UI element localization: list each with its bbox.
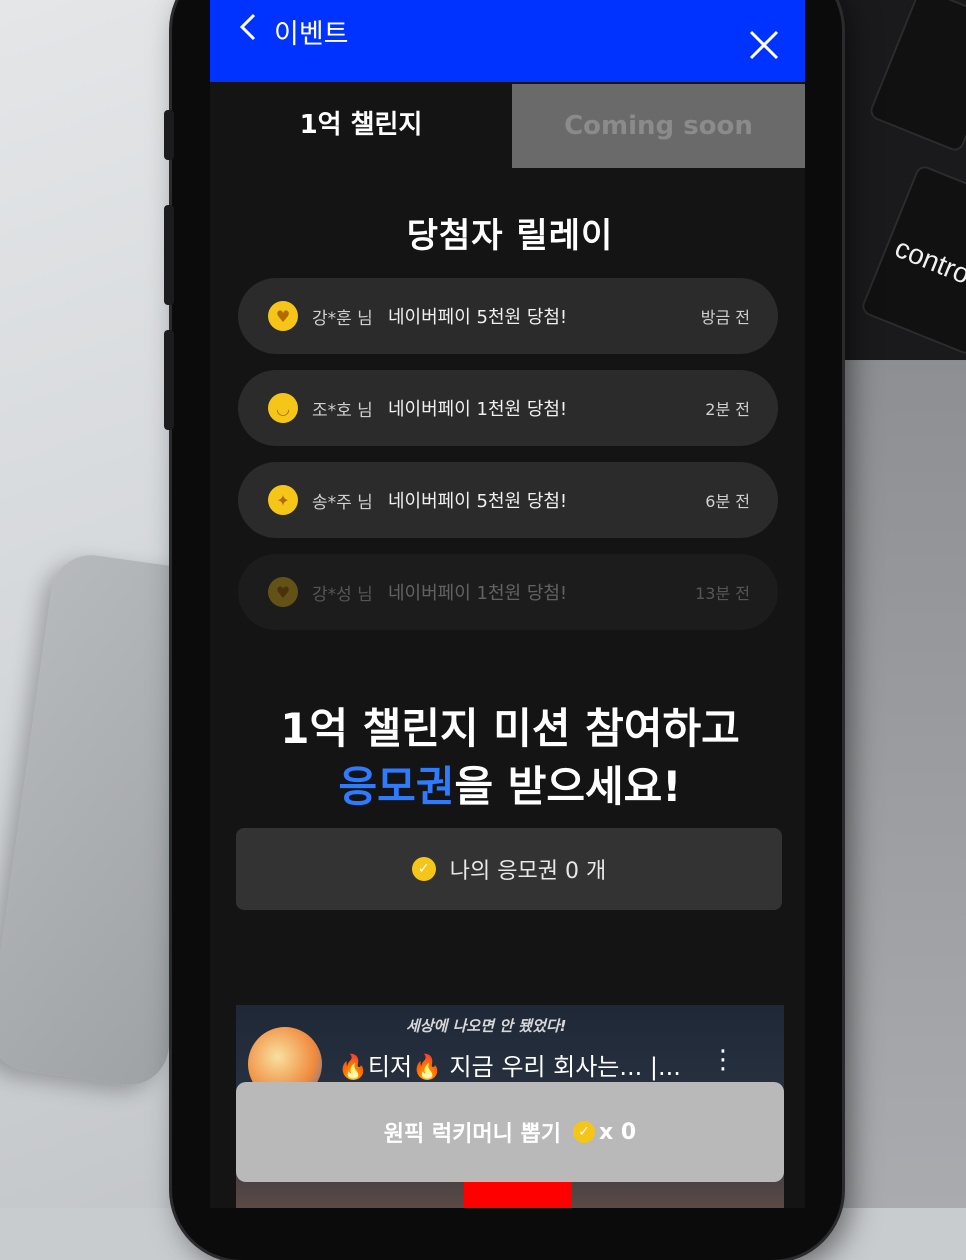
winner-list: ♥ 강*훈 님 네이버페이 5천원 당첨! 방금 전 ◡ 조*호 님 네이버페이…	[238, 278, 778, 646]
mission-line-2: 응모권을 받으세요!	[210, 758, 805, 816]
app-header: 이벤트	[210, 0, 805, 82]
ticket-count-label: 나의 응모권 0 개	[449, 859, 607, 884]
mission-line-1: 1억 챌린지 미션 참여하고	[280, 704, 740, 753]
app-screen: 이벤트 1억 챌린지 Coming soon 당첨자 릴레이 ♥ 강*훈 님 네…	[210, 0, 805, 1208]
back-icon[interactable]	[232, 10, 266, 44]
winner-prize: 네이버페이 5천원 당첨!	[388, 491, 568, 512]
smile-emoji-icon: ◡	[268, 393, 298, 423]
close-icon[interactable]	[747, 28, 781, 62]
ticket-count-box: ✓ 나의 응모권 0 개	[236, 828, 782, 910]
relay-title: 당첨자 릴레이	[406, 216, 614, 256]
winner-item: ◡ 조*호 님 네이버페이 1천원 당첨! 2분 전	[238, 370, 778, 446]
winner-prize: 네이버페이 1천원 당첨!	[388, 583, 568, 604]
winner-prize: 네이버페이 1천원 당첨!	[388, 399, 568, 420]
coin-check-icon: ✓	[573, 1121, 596, 1143]
phone-side-button	[164, 110, 174, 160]
party-emoji-icon: ✦	[268, 485, 298, 515]
tab-challenge[interactable]: 1억 챌린지	[210, 82, 512, 162]
winner-time: 13분 전	[695, 584, 750, 603]
laptop-key	[867, 0, 966, 154]
heart-eyes-emoji-icon: ♥	[268, 301, 298, 331]
winner-item: ♥ 강*훈 님 네이버페이 5천원 당첨! 방금 전	[238, 278, 778, 354]
video-caption: 세상에 나오면 안 됐었다!	[406, 1017, 567, 1035]
winner-time: 2분 전	[705, 400, 750, 419]
winner-name: 송*주 님	[312, 492, 373, 513]
page-title: 이벤트	[274, 19, 349, 50]
winner-name: 조*호 님	[312, 400, 373, 421]
winner-time: 방금 전	[700, 308, 750, 327]
coin-check-icon: ✓	[411, 857, 436, 881]
control-key: control	[859, 163, 966, 357]
mission-headline: 1억 챌린지 미션 참여하고 응모권을 받으세요!	[210, 700, 805, 816]
tab-coming-soon[interactable]: Coming soon	[512, 84, 805, 168]
mission-highlight: 응모권	[338, 762, 455, 811]
winner-item: ✦ 송*주 님 네이버페이 5천원 당첨! 6분 전	[238, 462, 778, 538]
winner-time: 6분 전	[705, 492, 750, 511]
phone-side-button	[164, 205, 174, 305]
mission-line-2-rest: 을 받으세요!	[454, 762, 682, 811]
winner-name: 강*훈 님	[312, 308, 373, 329]
kiss-emoji-icon: ♥	[268, 577, 298, 607]
video-title[interactable]: 🔥티저🔥 지금 우리 회사는... |...	[338, 1047, 681, 1082]
lucky-money-label: 원픽 럭키머니 뽑기	[383, 1122, 562, 1147]
winner-name: 강*성 님	[312, 584, 373, 605]
lucky-money-button[interactable]: 원픽 럭키머니 뽑기 ✓ x 0	[236, 1082, 784, 1182]
more-options-icon[interactable]: ⋮	[710, 1045, 736, 1075]
phone-side-button	[164, 330, 174, 430]
winner-prize: 네이버페이 5천원 당첨!	[388, 307, 568, 328]
winner-item: ♥ 강*성 님 네이버페이 1천원 당첨! 13분 전	[238, 554, 778, 630]
lucky-money-count: x 0	[599, 1119, 637, 1145]
